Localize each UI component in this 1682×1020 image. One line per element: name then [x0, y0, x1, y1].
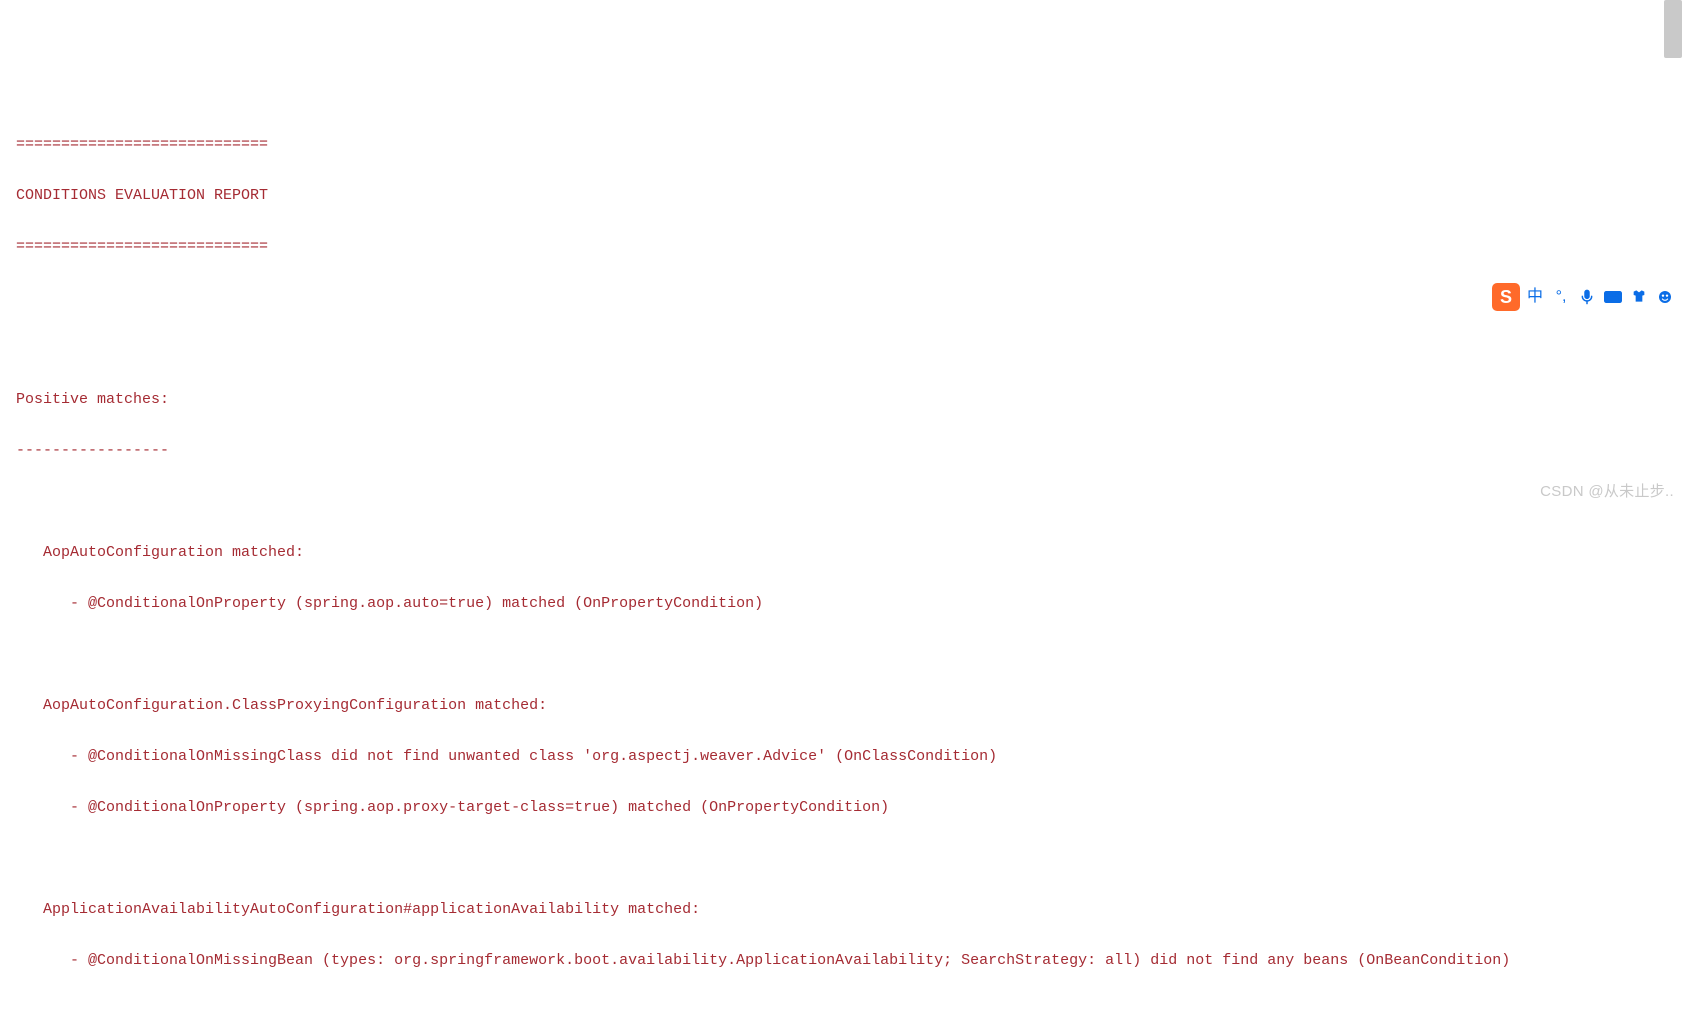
sogou-logo-icon[interactable]: S	[1492, 283, 1520, 311]
blank-line	[16, 285, 1666, 311]
blank-line	[16, 336, 1666, 362]
blank-line	[16, 642, 1666, 668]
match-name-text: ApplicationAvailabilityAutoConfiguration…	[43, 901, 700, 918]
match-reason-text: - @ConditionalOnMissingBean (types: org.…	[70, 952, 1510, 969]
ime-toolbar[interactable]: S 中 °,	[1490, 280, 1678, 314]
blank-line	[16, 846, 1666, 872]
positive-matches-underline: -----------------	[16, 438, 1666, 464]
mic-icon[interactable]	[1576, 286, 1598, 308]
punct-icon[interactable]: °,	[1550, 286, 1572, 308]
match-name-text: AopAutoConfiguration matched:	[43, 544, 304, 561]
match-name: AopAutoConfiguration matched:	[16, 540, 1666, 566]
match-name: ApplicationAvailabilityAutoConfiguration…	[16, 897, 1666, 923]
match-name-text: AopAutoConfiguration.ClassProxyingConfig…	[43, 697, 547, 714]
skin-icon[interactable]	[1628, 286, 1650, 308]
match-reason-text: - @ConditionalOnProperty (spring.aop.aut…	[70, 595, 763, 612]
match-name: AopAutoConfiguration.ClassProxyingConfig…	[16, 693, 1666, 719]
match-reason-text: - @ConditionalOnProperty (spring.aop.pro…	[70, 799, 889, 816]
match-reason: - @ConditionalOnMissingBean (types: org.…	[16, 948, 1666, 974]
blank-line	[16, 489, 1666, 515]
conditions-report: ============================ CONDITIONS …	[0, 102, 1682, 1009]
sogou-logo-letter: S	[1500, 282, 1512, 313]
match-reason: - @ConditionalOnProperty (spring.aop.aut…	[16, 591, 1666, 617]
report-hr-top: ============================	[16, 132, 1666, 158]
report-title: CONDITIONS EVALUATION REPORT	[16, 183, 1666, 209]
csdn-watermark: CSDN @从未止步..	[1540, 479, 1674, 505]
tool-icon[interactable]	[1654, 286, 1676, 308]
match-reason-text: - @ConditionalOnMissingClass did not fin…	[70, 748, 997, 765]
positive-matches-header: Positive matches:	[16, 387, 1666, 413]
keyboard-icon[interactable]	[1602, 286, 1624, 308]
match-reason: - @ConditionalOnMissingClass did not fin…	[16, 744, 1666, 770]
vertical-scrollbar[interactable]	[1664, 0, 1682, 58]
ime-lang-toggle[interactable]: 中	[1524, 286, 1546, 308]
match-reason: - @ConditionalOnProperty (spring.aop.pro…	[16, 795, 1666, 821]
report-hr-bottom: ============================	[16, 234, 1666, 260]
